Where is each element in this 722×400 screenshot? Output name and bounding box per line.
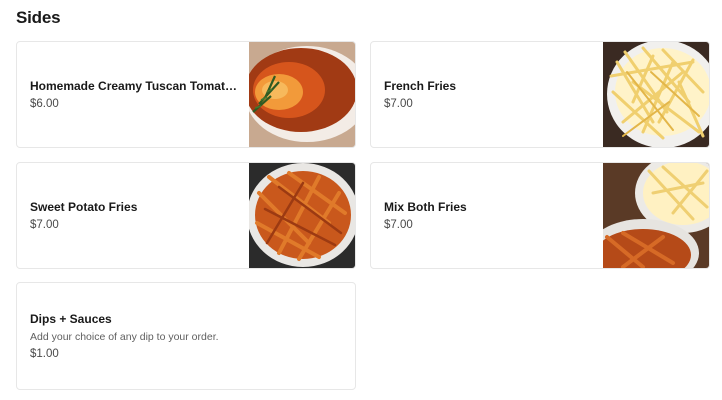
item-description: Add your choice of any dip to your order… <box>30 331 219 343</box>
menu-item-card[interactable]: Dips + Sauces Add your choice of any dip… <box>16 282 356 390</box>
item-price: $7.00 <box>30 219 59 231</box>
menu-item-card[interactable]: Sweet Potato Fries $7.00 <box>16 162 356 269</box>
menu-item-card[interactable]: Mix Both Fries $7.00 <box>370 162 710 269</box>
item-name: Dips + Sauces <box>30 312 112 326</box>
sweet-potato-fries-image <box>249 163 355 268</box>
item-price: $6.00 <box>30 98 59 110</box>
menu-item-card[interactable]: French Fries $7.00 <box>370 41 710 148</box>
item-price: $7.00 <box>384 219 413 231</box>
item-name: Mix Both Fries <box>384 200 467 214</box>
item-price: $7.00 <box>384 98 413 110</box>
mixed-fries-image <box>603 163 709 268</box>
item-price: $1.00 <box>30 348 59 360</box>
menu-item-card[interactable]: Homemade Creamy Tuscan Tomato S... $6.00 <box>16 41 356 148</box>
item-name: Homemade Creamy Tuscan Tomato S... <box>30 79 237 93</box>
item-name: Sweet Potato Fries <box>30 200 138 214</box>
french-fries-image <box>603 42 709 147</box>
tomato-soup-image <box>249 42 355 147</box>
item-name: French Fries <box>384 79 457 93</box>
section-title: Sides <box>16 8 61 27</box>
